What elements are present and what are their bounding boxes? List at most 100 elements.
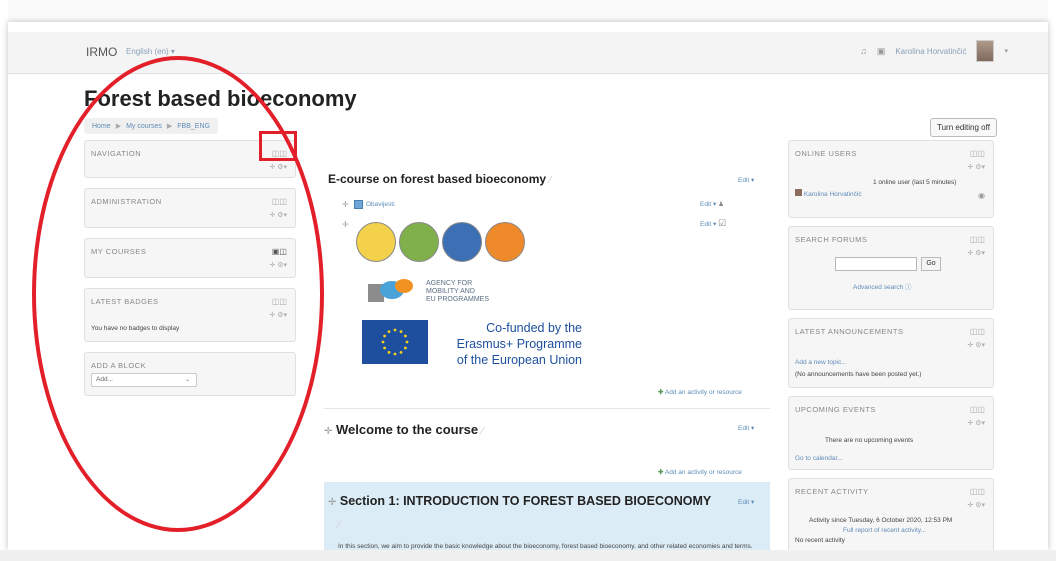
block-dock-icon[interactable]: ◫◫ (272, 149, 287, 158)
forum-link[interactable]: Obavijesti (354, 200, 395, 209)
section-1-edit-menu[interactable]: Edit ▾ (738, 498, 754, 506)
avatar[interactable] (976, 40, 995, 62)
block-move-icon[interactable]: ✛ ⚙▾ (967, 419, 985, 427)
move-icon[interactable]: ✛ (342, 220, 349, 229)
add-activity-link[interactable]: ✚ Add an activity or resource (658, 388, 742, 396)
section-1-title: ✛ Section 1: INTRODUCTION TO FOREST BASE… (328, 494, 711, 508)
breadcrumb-separator-icon: ▶ (166, 123, 173, 130)
forum-search-input[interactable] (835, 257, 917, 271)
block-title: NAVIGATION (91, 149, 142, 158)
forum-icon (354, 200, 363, 209)
add-topic-link[interactable]: Add a new topic... (795, 359, 847, 366)
forum-link-text: Obavijesti (366, 201, 395, 209)
site-name-link[interactable]: IRMO (86, 45, 117, 59)
section-welcome-edit-menu[interactable]: Edit ▾ (738, 424, 754, 432)
cofunded-line: Co-funded by the (486, 321, 582, 335)
block-move-icon[interactable]: ✛ ⚙▾ (269, 311, 287, 319)
user-name[interactable]: Karolina Horvatinčić (895, 47, 966, 56)
user-menu-chevron-icon[interactable]: ▾ (1004, 47, 1008, 55)
edit-title-pencil-icon[interactable]: ⁄ (549, 175, 551, 186)
turn-editing-off-button[interactable]: Turn editing off (930, 118, 997, 137)
user-menu-area: ♫ ▣ Karolina Horvatinčić ▾ (860, 40, 1008, 62)
breadcrumb-separator-icon: ▶ (115, 123, 122, 130)
block-title: LATEST BADGES (91, 297, 159, 306)
logo-circle-orange (485, 222, 525, 262)
block-dock-icon[interactable]: ◫◫ (970, 327, 985, 336)
advanced-search-link[interactable]: Advanced search ⓘ (853, 281, 912, 291)
block-dock-icon[interactable]: ▣◫ (272, 247, 287, 256)
block-upcoming-events: UPCOMING EVENTS ◫◫ ✛ ⚙▾ There are no upc… (788, 396, 994, 470)
forum-search-go-button[interactable]: Go (921, 257, 941, 271)
block-move-icon[interactable]: ✛ ⚙▾ (269, 211, 287, 219)
label-edit-menu[interactable]: Edit ▾ ☑ (700, 218, 726, 229)
block-navigation: NAVIGATION ◫◫ ✛ ⚙▾ (84, 140, 296, 178)
block-online-users: ONLINE USERS ◫◫ ✛ ⚙▾ 1 online user (last… (788, 140, 994, 218)
eye-icon[interactable]: ◉ (978, 191, 985, 200)
block-dock-icon[interactable]: ◫◫ (272, 197, 287, 206)
block-move-icon[interactable]: ✛ ⚙▾ (269, 261, 287, 269)
block-title: ONLINE USERS (795, 149, 857, 158)
block-title: ADMINISTRATION (91, 197, 162, 206)
online-user-name: Karolina Horvatinčić (803, 191, 862, 198)
block-move-icon[interactable]: ✛ ⚙▾ (967, 341, 985, 349)
section-1: ✛ Section 1: INTRODUCTION TO FOREST BASE… (324, 482, 770, 550)
block-search-forums: SEARCH FORUMS ◫◫ ✛ ⚙▾ Go Advanced search… (788, 226, 994, 310)
breadcrumb-course[interactable]: FBB_ENG (177, 123, 210, 130)
plus-icon: ✚ (658, 469, 664, 476)
forum-edit-menu[interactable]: Edit ▾ ♟ (700, 200, 724, 208)
block-latest-badges: LATEST BADGES ◫◫ ✛ ⚙▾ You have no badges… (84, 288, 296, 342)
agency-line: EU PROGRAMMES (426, 296, 490, 303)
logo-circle-blue (442, 222, 482, 262)
chevron-down-icon: ⌄ (184, 377, 190, 383)
block-dock-icon[interactable]: ◫◫ (272, 297, 287, 306)
messages-icon[interactable]: ▣ (877, 46, 886, 57)
edit-title-pencil-icon[interactable]: ⁄ (482, 426, 484, 437)
agency-name: AGENCY FOR MOBILITY AND EU PROGRAMMES (426, 280, 489, 304)
forum-edit-menu-label: Edit ▾ (700, 201, 717, 208)
language-menu[interactable]: English (en) ▾ (126, 47, 175, 56)
top-navbar: IRMO English (en) ▾ ♫ ▣ Karolina Horvati… (8, 32, 1048, 74)
breadcrumb-home[interactable]: Home (92, 123, 111, 130)
add-activity-link[interactable]: ✚ Add an activity or resource (658, 468, 742, 476)
cofunded-line: Erasmus+ Programme (456, 337, 582, 351)
agency-line: MOBILITY AND (426, 288, 475, 295)
block-move-icon[interactable]: ✛ ⚙▾ (269, 163, 287, 171)
go-to-calendar-link[interactable]: Go to calendar... (795, 455, 843, 462)
block-latest-announcements: LATEST ANNOUNCEMENTS ◫◫ ✛ ⚙▾ Add a new t… (788, 318, 994, 388)
block-title: LATEST ANNOUNCEMENTS (795, 327, 904, 336)
breadcrumb-my-courses[interactable]: My courses (126, 123, 162, 130)
activity-since-text: Activity since Tuesday, 6 October 2020, … (809, 517, 953, 524)
section-welcome-title-text: Welcome to the course (336, 422, 479, 437)
cofunded-line: of the European Union (456, 353, 582, 367)
block-recent-activity: RECENT ACTIVITY ◫◫ ✛ ⚙▾ Activity since T… (788, 478, 994, 550)
block-dock-icon[interactable]: ◫◫ (970, 235, 985, 244)
block-dock-icon[interactable]: ◫◫ (970, 487, 985, 496)
logo-circle-green (399, 222, 439, 262)
notifications-icon[interactable]: ♫ (860, 46, 867, 56)
online-user-count: 1 online user (last 5 minutes) (873, 179, 957, 186)
agency-logo-icon (368, 279, 413, 302)
section-welcome-title: ✛ Welcome to the course ⁄ (324, 422, 483, 437)
block-move-icon[interactable]: ✛ ⚙▾ (967, 249, 985, 257)
add-activity-label: Add an activity or resource (664, 389, 742, 396)
page-title: Forest based bioeconomy (84, 86, 357, 111)
block-move-icon[interactable]: ✛ ⚙▾ (967, 501, 985, 509)
move-icon[interactable]: ✛ (328, 497, 336, 508)
block-move-icon[interactable]: ✛ ⚙▾ (967, 163, 985, 171)
no-recent-activity-text: No recent activity (795, 537, 845, 544)
block-dock-icon[interactable]: ◫◫ (970, 405, 985, 414)
section-0-edit-menu[interactable]: Edit ▾ (738, 176, 754, 184)
edit-summary-pencil-icon[interactable]: ⁄ (338, 520, 340, 531)
online-user-link[interactable]: Karolina Horvatinčić (795, 189, 862, 198)
move-icon[interactable]: ✛ (342, 200, 349, 209)
block-title: RECENT ACTIVITY (795, 487, 869, 496)
block-dock-icon[interactable]: ◫◫ (970, 149, 985, 158)
full-report-link[interactable]: Full report of recent activity... (843, 527, 926, 534)
course-content: E-course on forest based bioeconomy ⁄ Ed… (314, 152, 770, 550)
add-block-select[interactable]: Add... ⌄ (91, 373, 197, 387)
move-icon[interactable]: ✛ (324, 426, 332, 437)
project-logo-circles (356, 222, 525, 262)
section-divider (324, 408, 770, 409)
completion-checkbox-icon[interactable]: ☑ (718, 218, 726, 228)
block-add-a-block: ADD A BLOCK Add... ⌄ (84, 352, 296, 396)
